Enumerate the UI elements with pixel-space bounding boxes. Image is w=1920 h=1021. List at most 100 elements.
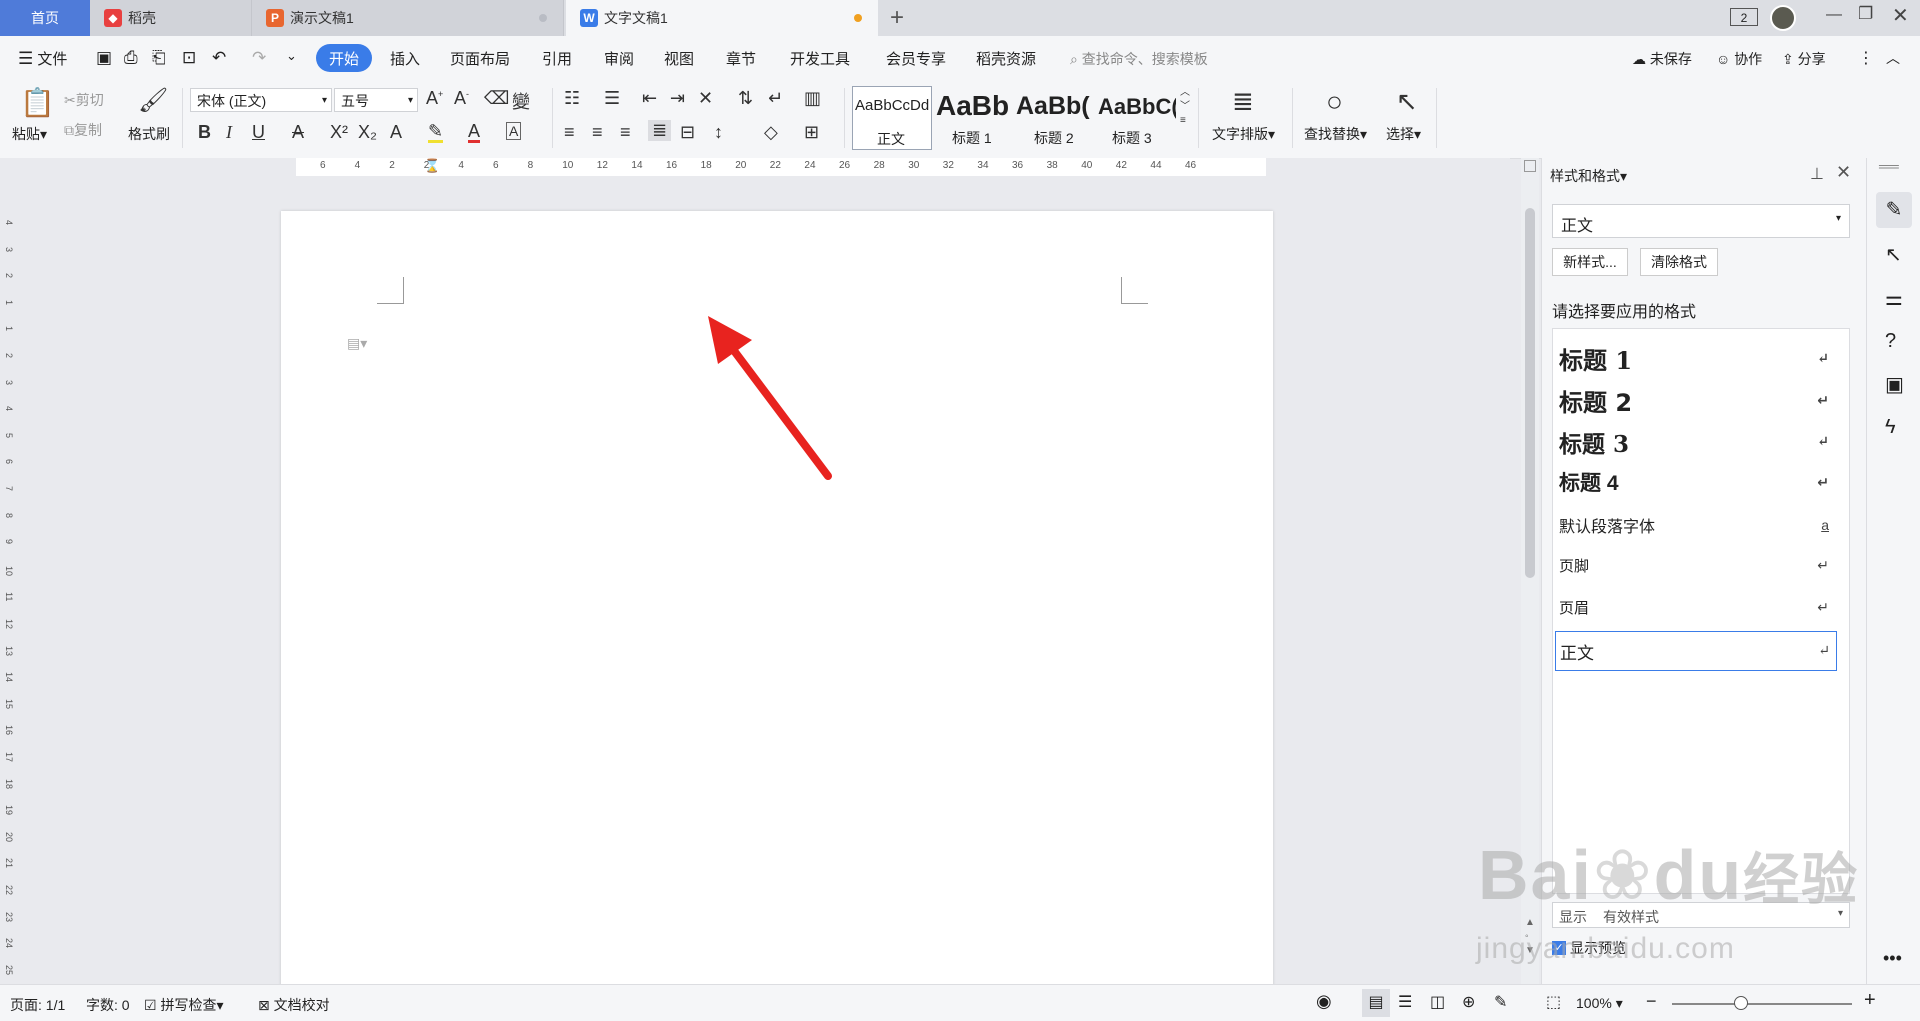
- command-search[interactable]: ⌕ 查找命令、搜索模板: [1070, 49, 1208, 69]
- show-marks-icon[interactable]: ↵: [768, 88, 783, 109]
- copy-button[interactable]: ⧉复制: [64, 120, 102, 140]
- menu-view[interactable]: 视图: [664, 48, 694, 69]
- page-counter[interactable]: 页面: 1/1: [10, 995, 65, 1015]
- clear-format-icon[interactable]: ⌫: [484, 88, 509, 109]
- phonetic-icon[interactable]: 變: [512, 88, 530, 114]
- style-item-header[interactable]: 页眉 ↵: [1559, 597, 1843, 618]
- print-preview-icon[interactable]: ⊡: [182, 48, 196, 68]
- style-item-default-font[interactable]: 默认段落字体 a: [1559, 513, 1843, 537]
- eye-protection-icon[interactable]: ◉: [1316, 991, 1332, 1012]
- avatar[interactable]: [1770, 5, 1796, 31]
- restore-icon[interactable]: ❐: [1858, 4, 1873, 24]
- backup-icon[interactable]: ▣: [1885, 372, 1904, 397]
- sort-icon[interactable]: ⇅: [738, 88, 753, 109]
- undo-icon[interactable]: ↶: [212, 48, 226, 68]
- redo-icon[interactable]: ↷: [252, 48, 266, 68]
- shading-icon[interactable]: ◇: [764, 122, 778, 143]
- chinese-layout-icon[interactable]: ✕: [698, 88, 713, 109]
- highlight-icon[interactable]: ✎: [428, 122, 444, 143]
- text-effect-icon[interactable]: A: [390, 122, 402, 143]
- zoom-slider-knob[interactable]: [1734, 996, 1749, 1010]
- new-style-button[interactable]: 新样式...: [1552, 248, 1628, 276]
- save-icon[interactable]: ▣: [96, 48, 112, 68]
- current-style-select[interactable]: 正文 ▾: [1552, 204, 1850, 238]
- style-gallery-scroll-icon[interactable]: ︿ ﹀ ≡: [1180, 86, 1190, 128]
- menu-chapter[interactable]: 章节: [726, 48, 756, 69]
- tab-slides[interactable]: P 演示文稿1: [252, 0, 564, 36]
- web-view-icon[interactable]: ⊕: [1462, 992, 1475, 1012]
- scroll-top-icon[interactable]: [1524, 160, 1536, 172]
- format-painter-button[interactable]: 格式刷: [128, 124, 170, 144]
- quick-access-dropdown-icon[interactable]: ⌄: [286, 48, 297, 64]
- menu-review[interactable]: 审阅: [604, 48, 634, 69]
- bullet-list-icon[interactable]: ☷: [564, 88, 580, 109]
- unsaved-button[interactable]: ☁ 未保存: [1632, 49, 1692, 69]
- fit-page-icon[interactable]: ⬚: [1546, 992, 1561, 1012]
- strikethrough-icon[interactable]: A: [292, 122, 304, 143]
- paste-button[interactable]: 粘贴▾: [12, 124, 47, 144]
- scrollbar-thumb[interactable]: [1525, 208, 1535, 578]
- font-size-select[interactable]: 五号 ▾: [334, 88, 418, 112]
- tab-home[interactable]: 首页: [0, 0, 90, 36]
- select-cursor-icon[interactable]: ↖: [1885, 242, 1902, 267]
- superscript-icon[interactable]: X²: [330, 122, 348, 143]
- align-right-icon[interactable]: ≡: [620, 122, 631, 143]
- zoom-in-icon[interactable]: +: [1864, 989, 1876, 1012]
- style-gallery-normal[interactable]: AaBbCcDd 正文: [852, 86, 932, 150]
- style-pen-icon[interactable]: ✎: [1876, 192, 1912, 228]
- edit-view-icon[interactable]: ✎: [1494, 992, 1507, 1012]
- share-button[interactable]: ⇪ 分享: [1782, 49, 1826, 69]
- style-gallery-h3[interactable]: AaBbC( 标题 3: [1098, 86, 1176, 150]
- distributed-align-icon[interactable]: ⊟: [680, 122, 695, 143]
- menu-devtools[interactable]: 开发工具: [790, 48, 850, 69]
- new-tab-icon[interactable]: +: [890, 4, 904, 32]
- style-item-heading1[interactable]: 标题 1 ↵: [1559, 341, 1843, 376]
- zoom-slider-track[interactable]: [1672, 996, 1852, 1010]
- bold-icon[interactable]: B: [198, 122, 211, 143]
- underline-icon[interactable]: U: [252, 122, 265, 143]
- style-item-normal-selected[interactable]: 正文 ↵: [1555, 631, 1837, 671]
- border-icon[interactable]: ⊞: [804, 122, 819, 143]
- zoom-out-icon[interactable]: −: [1646, 991, 1657, 1012]
- word-count[interactable]: 字数: 0: [86, 995, 130, 1015]
- numbered-list-icon[interactable]: ☰: [604, 88, 620, 109]
- collapse-ribbon-icon[interactable]: ︿: [1886, 48, 1900, 68]
- vertical-ruler[interactable]: 4 3 2 1 1 2 3 4 5 6 7 8 9 10 11 12 13 14 15 16 17 18 19 20 21 22 2…: [0, 176, 18, 984]
- font-color-icon[interactable]: A: [468, 122, 481, 143]
- paste-icon[interactable]: 📋: [20, 86, 55, 119]
- tab-close-icon[interactable]: [539, 14, 547, 22]
- font-name-select[interactable]: 宋体 (正文) ▾: [190, 88, 332, 112]
- menu-start[interactable]: 开始: [316, 44, 372, 72]
- reading-view-icon[interactable]: ◫: [1430, 992, 1445, 1012]
- style-item-heading2[interactable]: 标题 2 ↵: [1559, 383, 1843, 418]
- window-switch-icon[interactable]: 2: [1730, 8, 1758, 26]
- align-left-icon[interactable]: ≡: [564, 122, 575, 143]
- zoom-select[interactable]: 100% ▾: [1576, 995, 1623, 1012]
- clear-format-button[interactable]: 清除格式: [1640, 248, 1718, 276]
- proofread-button[interactable]: ⊠ 文档校对: [258, 995, 330, 1015]
- tab-doc[interactable]: W 文字文稿1: [566, 0, 878, 36]
- minimize-icon[interactable]: —: [1826, 6, 1842, 24]
- text-layout-icon[interactable]: ≣: [1232, 86, 1254, 117]
- menu-reference[interactable]: 引用: [542, 48, 572, 69]
- horizontal-ruler[interactable]: 6 4 2 2 4 6 8 10 12 14 16 18 20 22 24 26 28 30 32 34 36 38 40 4…: [0, 158, 1510, 176]
- style-gallery-h1[interactable]: AaBb 标题 1: [934, 86, 1014, 150]
- line-spacing-icon[interactable]: ↕: [714, 122, 723, 143]
- find-replace-button[interactable]: 查找替换▾: [1304, 124, 1367, 144]
- increase-indent-icon[interactable]: ⇥: [670, 88, 685, 109]
- menu-member[interactable]: 会员专享: [886, 48, 946, 69]
- style-item-footer[interactable]: 页脚 ↵: [1559, 555, 1843, 576]
- more-menu-icon[interactable]: ⋮: [1858, 48, 1874, 68]
- close-window-icon[interactable]: ✕: [1892, 3, 1909, 28]
- help-icon[interactable]: ?: [1885, 330, 1896, 353]
- sidebar-handle-icon[interactable]: ══: [1879, 158, 1899, 174]
- cut-button[interactable]: ✂剪切: [64, 90, 104, 110]
- style-item-heading3[interactable]: 标题 3 ↵: [1559, 425, 1843, 459]
- shrink-font-icon[interactable]: A-: [454, 88, 469, 109]
- lightning-icon[interactable]: ϟ: [1885, 416, 1896, 439]
- char-border-icon[interactable]: A: [506, 122, 522, 140]
- collab-button[interactable]: ☺ 协作: [1716, 49, 1762, 69]
- justify-icon[interactable]: ≣: [648, 120, 672, 141]
- style-item-heading4[interactable]: 标题 4 ↵: [1559, 467, 1843, 497]
- panel-title[interactable]: 样式和格式▾: [1550, 166, 1627, 186]
